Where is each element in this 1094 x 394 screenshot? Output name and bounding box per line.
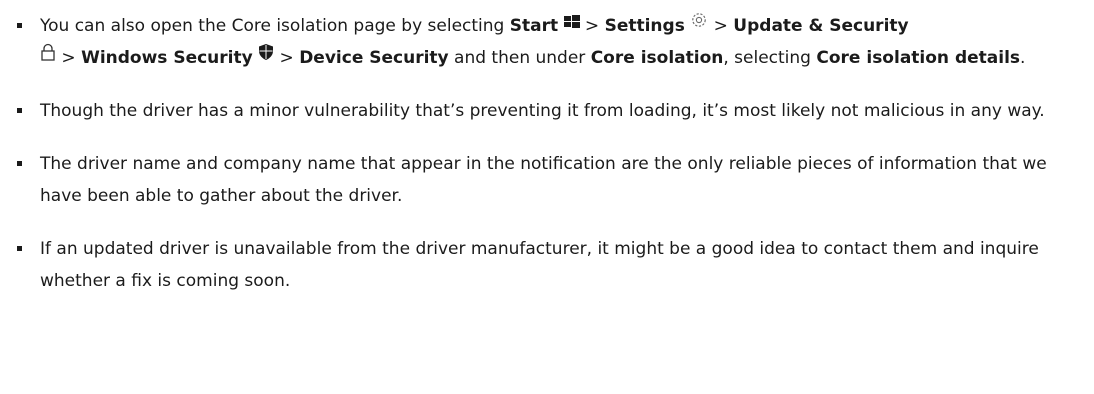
bullet-marker: [17, 23, 22, 28]
core-isolation-label: Core isolation: [590, 48, 724, 68]
windows-logo-icon: [563, 8, 580, 40]
device-security-label: Device Security: [299, 48, 449, 68]
item-text: The driver name and company name that ap…: [40, 154, 1047, 206]
item-text: and then under: [448, 48, 591, 68]
bullet-marker: [17, 246, 22, 251]
list-item-updated-driver: If an updated driver is unavailable from…: [0, 233, 1094, 297]
list-item-core-isolation: You can also open the Core isolation pag…: [0, 10, 1094, 74]
bullet-marker: [17, 108, 22, 113]
separator: >: [579, 16, 605, 36]
core-isolation-label: Core isolation details: [816, 48, 1021, 68]
separator: >: [274, 48, 300, 68]
shield-icon: [258, 40, 274, 72]
lock-icon: [40, 40, 56, 72]
bullet-list: You can also open the Core isolation pag…: [0, 10, 1094, 297]
item-text: .: [1020, 48, 1026, 68]
separator: >: [56, 48, 82, 68]
start-label: Start: [509, 16, 559, 36]
item-text: If an updated driver is unavailable from…: [40, 239, 1039, 291]
item-text: You can also open the Core isolation pag…: [40, 16, 510, 36]
item-text: , selecting: [723, 48, 817, 68]
update-security-label: Update & Security: [733, 16, 909, 36]
list-item-vulnerability: Though the driver has a minor vulnerabil…: [0, 95, 1094, 127]
separator: >: [708, 16, 734, 36]
settings-label: Settings: [604, 16, 685, 36]
list-item-driver-name: The driver name and company name that ap…: [0, 148, 1094, 212]
gear-icon: [690, 8, 708, 40]
windows-security-label: Windows Security: [81, 48, 253, 68]
item-text: Though the driver has a minor vulnerabil…: [40, 101, 1045, 121]
bullet-marker: [17, 161, 22, 166]
